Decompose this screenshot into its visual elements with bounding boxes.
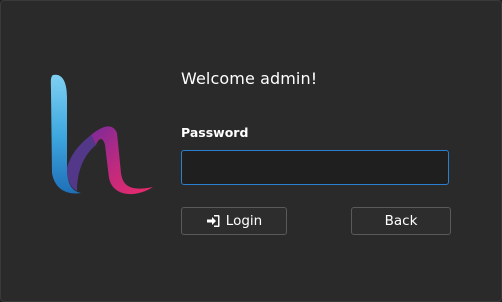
sign-in-icon [206, 215, 220, 227]
welcome-heading: Welcome admin! [181, 69, 318, 88]
password-field[interactable] [181, 150, 449, 185]
back-button-label: Back [384, 213, 418, 229]
back-button[interactable]: Back [351, 207, 451, 235]
password-label: Password [181, 125, 249, 140]
login-dialog: Welcome admin! Password Login Back [0, 0, 502, 302]
app-logo [50, 74, 153, 195]
login-button[interactable]: Login [181, 207, 287, 235]
login-button-label: Login [225, 213, 263, 229]
